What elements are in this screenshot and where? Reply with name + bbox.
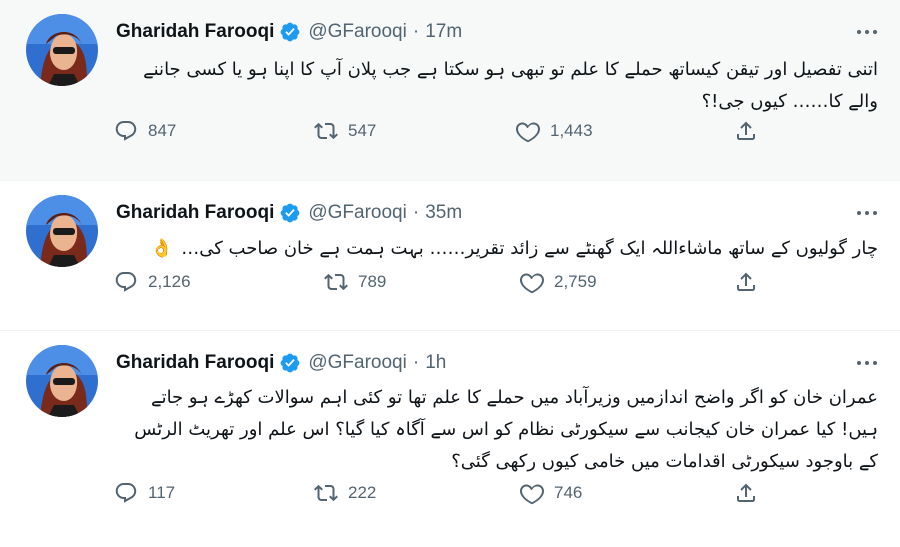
verified-badge-icon (279, 352, 301, 374)
reply-count: 2,126 (148, 272, 191, 291)
separator-dot: · (412, 21, 420, 42)
share-icon (737, 483, 755, 502)
retweet-count: 222 (348, 483, 377, 502)
share-icon (737, 121, 755, 140)
author-name[interactable]: Gharidah Farooqi (116, 202, 274, 224)
tweet-header: Gharidah Farooqi @GFarooqi · 35m (116, 199, 462, 227)
share-button[interactable] (734, 478, 758, 508)
separator-dot: · (412, 202, 420, 223)
tweet-text-line: اتنی تفصیل اور تیقن کیساتھ حملے کا علم ت… (143, 59, 878, 80)
more-options-icon[interactable] (852, 353, 882, 373)
tweet-text-line: کے باوجود سیکورٹی اقدامات میں خامی کیوں … (451, 451, 878, 472)
tweet-text-line: والے کا…… کیوں جی!؟ (701, 91, 878, 112)
tweet-text-line: ہیں! کیا عمران خان کیجانب سے سیکورٹی نظا… (134, 419, 878, 440)
share-button[interactable] (734, 267, 758, 297)
like-count: 746 (554, 483, 583, 502)
ok-hand-emoji: 👌 (150, 238, 174, 259)
author-handle[interactable]: @GFarooqi (308, 202, 407, 224)
share-icon (737, 272, 755, 291)
tweet-text: عمران خان کو اگر واضح اندازمیں وزیرآباد … (116, 382, 878, 478)
tweet-text: اتنی تفصیل اور تیقن کیساتھ حملے کا علم ت… (116, 54, 878, 118)
reply-count: 117 (148, 483, 176, 502)
reply-icon (115, 483, 137, 503)
tweet-text-line: عمران خان کو اگر واضح اندازمیں وزیرآباد … (151, 387, 878, 408)
tweet[interactable]: Gharidah Farooqi @GFarooqi · 35m چار گول… (0, 181, 900, 331)
like-button[interactable]: 746 (520, 478, 582, 508)
author-name[interactable]: Gharidah Farooqi (116, 352, 274, 374)
share-button[interactable] (734, 116, 758, 146)
timestamp[interactable]: 35m (425, 202, 462, 224)
timeline-feed: Gharidah Farooqi @GFarooqi · 17m اتنی تف… (0, 0, 900, 547)
retweet-icon (324, 273, 348, 291)
author-handle[interactable]: @GFarooqi (308, 21, 407, 43)
reply-icon (115, 121, 137, 141)
reply-button[interactable]: 847 (114, 116, 176, 146)
timestamp[interactable]: 17m (425, 21, 462, 43)
like-count: 1,443 (550, 121, 593, 140)
tweet[interactable]: Gharidah Farooqi @GFarooqi · 17m اتنی تف… (0, 0, 900, 181)
tweet-text-line-content: چار گولیوں کے ساتھ ماشاءاللہ ایک گھنٹے س… (181, 238, 878, 259)
author-name[interactable]: Gharidah Farooqi (116, 21, 274, 43)
avatar[interactable] (26, 195, 98, 267)
like-count: 2,759 (554, 272, 597, 291)
verified-badge-icon (279, 202, 301, 224)
more-options-icon[interactable] (852, 22, 882, 42)
avatar[interactable] (26, 345, 98, 417)
tweet[interactable]: Gharidah Farooqi @GFarooqi · 1h عمران خا… (0, 331, 900, 547)
heart-icon (520, 273, 544, 294)
separator-dot: · (412, 352, 420, 373)
retweet-icon (314, 122, 338, 140)
tweet-text-line: چار گولیوں کے ساتھ ماشاءاللہ ایک گھنٹے س… (116, 233, 878, 265)
author-handle[interactable]: @GFarooqi (308, 352, 407, 374)
retweet-button[interactable]: 222 (314, 478, 376, 508)
retweet-icon (314, 484, 338, 502)
avatar[interactable] (26, 14, 98, 86)
heart-icon (520, 484, 544, 505)
retweet-count: 547 (348, 121, 377, 140)
more-options-icon[interactable] (852, 203, 882, 223)
like-button[interactable]: 1,443 (516, 116, 593, 146)
tweet-text: چار گولیوں کے ساتھ ماشاءاللہ ایک گھنٹے س… (116, 233, 878, 265)
retweet-button[interactable]: 547 (314, 116, 376, 146)
heart-icon (516, 122, 540, 143)
verified-badge-icon (279, 21, 301, 43)
tweet-header: Gharidah Farooqi @GFarooqi · 17m (116, 18, 462, 46)
like-button[interactable]: 2,759 (520, 267, 597, 297)
reply-button[interactable]: 2,126 (114, 267, 191, 297)
retweet-count: 789 (358, 272, 387, 291)
reply-button[interactable]: 117 (114, 478, 175, 508)
reply-count: 847 (148, 121, 177, 140)
timestamp[interactable]: 1h (425, 352, 446, 374)
tweet-header: Gharidah Farooqi @GFarooqi · 1h (116, 349, 446, 377)
reply-icon (115, 272, 137, 292)
retweet-button[interactable]: 789 (324, 267, 386, 297)
